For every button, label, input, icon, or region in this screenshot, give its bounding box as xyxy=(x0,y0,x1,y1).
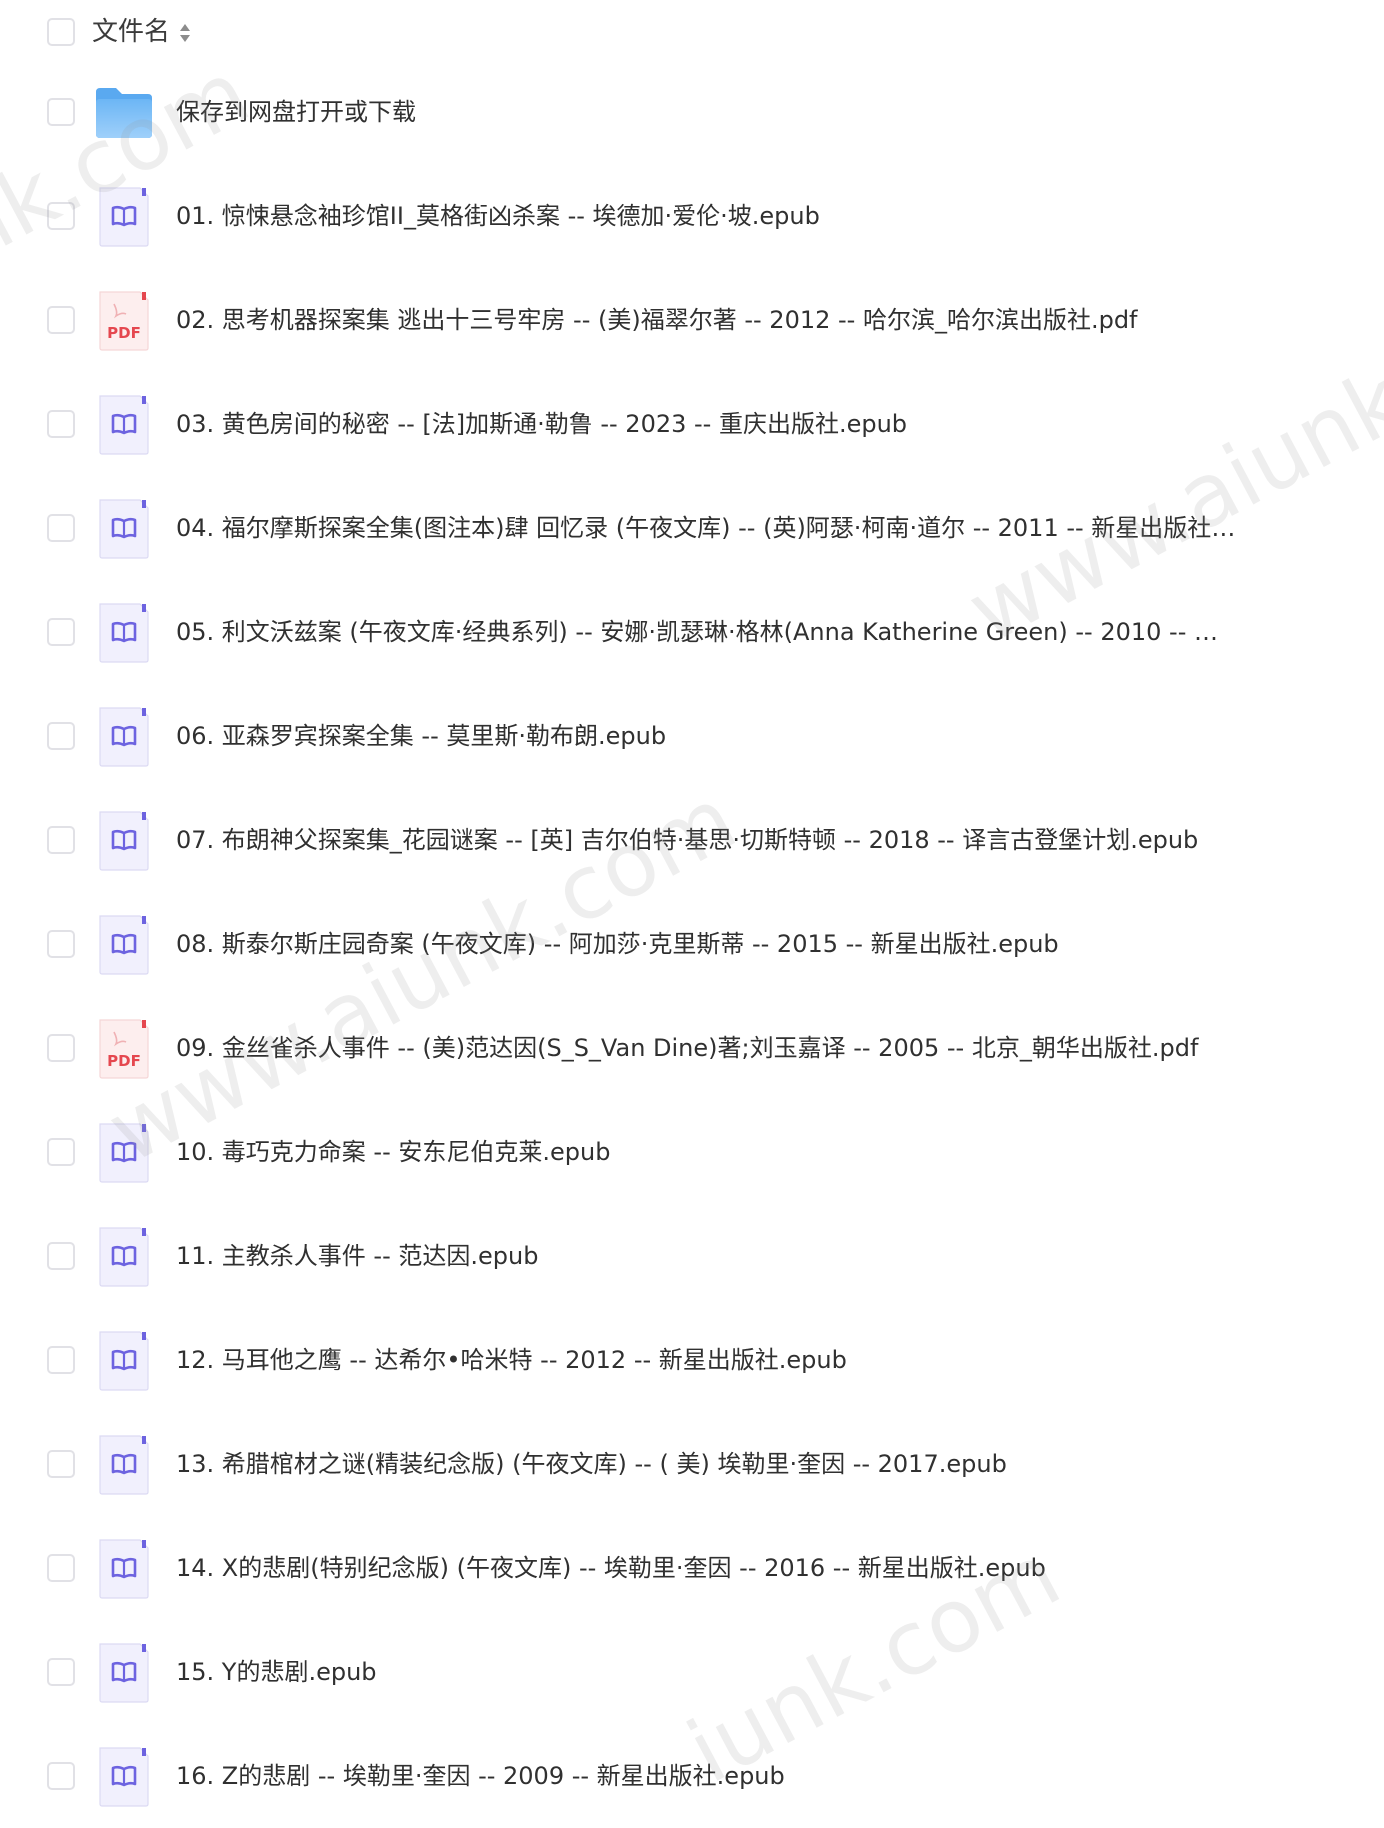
epub-book-icon xyxy=(96,1642,152,1704)
file-name[interactable]: 08. 斯泰尔斯庄园奇案 (午夜文库) -- 阿加莎·克里斯蒂 -- 2015 … xyxy=(176,926,1236,962)
file-row[interactable]: 11. 主教杀人事件 -- 范达因.epub xyxy=(0,1204,1384,1308)
file-name[interactable]: 07. 布朗神父探案集_花园谜案 -- [英] 吉尔伯特·基思·切斯特顿 -- … xyxy=(176,822,1236,858)
epub-book-icon xyxy=(96,498,152,560)
file-row-checkbox[interactable] xyxy=(47,306,75,334)
file-row-checkbox[interactable] xyxy=(47,410,75,438)
file-row-checkbox[interactable] xyxy=(47,1138,75,1166)
epub-book-icon xyxy=(96,914,152,976)
file-row[interactable]: 07. 布朗神父探案集_花园谜案 -- [英] 吉尔伯特·基思·切斯特顿 -- … xyxy=(0,788,1384,892)
epub-book-icon xyxy=(96,602,152,664)
file-row-checkbox[interactable] xyxy=(47,1658,75,1686)
epub-book-icon xyxy=(96,394,152,456)
file-row[interactable]: 保存到网盘打开或下载 xyxy=(0,60,1384,164)
file-name[interactable]: 03. 黄色房间的秘密 -- [法]加斯通·勒鲁 -- 2023 -- 重庆出版… xyxy=(176,406,1236,442)
pdf-file-icon: PDF xyxy=(96,290,152,352)
file-row-checkbox[interactable] xyxy=(47,1554,75,1582)
column-header-filename[interactable]: 文件名 xyxy=(92,14,170,50)
file-row[interactable]: 01. 惊悚悬念袖珍馆II_莫格街凶杀案 -- 埃德加·爱伦·坡.epub xyxy=(0,164,1384,268)
pdf-icon-label: PDF xyxy=(107,324,141,342)
file-row-checkbox[interactable] xyxy=(47,98,75,126)
file-name[interactable]: 10. 毒巧克力命案 -- 安东尼伯克莱.epub xyxy=(176,1134,1236,1170)
file-name[interactable]: 09. 金丝雀杀人事件 -- (美)范达因(S_S_Van Dine)著;刘玉嘉… xyxy=(176,1030,1236,1066)
file-row-checkbox[interactable] xyxy=(47,930,75,958)
file-name[interactable]: 12. 马耳他之鹰 -- 达希尔•哈米特 -- 2012 -- 新星出版社.ep… xyxy=(176,1342,1236,1378)
file-row[interactable]: PDF 09. 金丝雀杀人事件 -- (美)范达因(S_S_Van Dine)著;… xyxy=(0,996,1384,1100)
file-row-checkbox[interactable] xyxy=(47,618,75,646)
file-row[interactable]: 14. X的悲剧(特别纪念版) (午夜文库) -- 埃勒里·奎因 -- 2016… xyxy=(0,1516,1384,1620)
file-row[interactable]: 10. 毒巧克力命案 -- 安东尼伯克莱.epub xyxy=(0,1100,1384,1204)
file-row[interactable]: 04. 福尔摩斯探案全集(图注本)肆 回忆录 (午夜文库) -- (英)阿瑟·柯… xyxy=(0,476,1384,580)
file-name[interactable]: 保存到网盘打开或下载 xyxy=(176,94,1236,130)
file-row-checkbox[interactable] xyxy=(47,1346,75,1374)
file-row-checkbox[interactable] xyxy=(47,722,75,750)
folder-icon xyxy=(94,86,154,140)
epub-book-icon xyxy=(96,1746,152,1808)
select-all-checkbox[interactable] xyxy=(47,18,75,46)
epub-book-icon xyxy=(96,1330,152,1392)
epub-book-icon xyxy=(96,1122,152,1184)
file-row-checkbox[interactable] xyxy=(47,826,75,854)
file-row[interactable]: 15. Y的悲剧.epub xyxy=(0,1620,1384,1724)
file-name[interactable]: 04. 福尔摩斯探案全集(图注本)肆 回忆录 (午夜文库) -- (英)阿瑟·柯… xyxy=(176,510,1236,546)
file-name[interactable]: 14. X的悲剧(特别纪念版) (午夜文库) -- 埃勒里·奎因 -- 2016… xyxy=(176,1550,1236,1586)
file-name[interactable]: 06. 亚森罗宾探案全集 -- 莫里斯·勒布朗.epub xyxy=(176,718,1236,754)
file-name[interactable]: 02. 思考机器探案集 逃出十三号牢房 -- (美)福翠尔著 -- 2012 -… xyxy=(176,302,1236,338)
file-row[interactable]: 03. 黄色房间的秘密 -- [法]加斯通·勒鲁 -- 2023 -- 重庆出版… xyxy=(0,372,1384,476)
file-row-checkbox[interactable] xyxy=(47,1450,75,1478)
file-list: 文件名 保存到网盘打开或下载 01. 惊悚悬念袖珍馆II_莫格街凶杀案 -- 埃德… xyxy=(0,0,1384,1807)
file-row[interactable]: 05. 利文沃兹案 (午夜文库·经典系列) -- 安娜·凯瑟琳·格林(Anna … xyxy=(0,580,1384,684)
pdf-file-icon: PDF xyxy=(96,1018,152,1080)
epub-book-icon xyxy=(96,1434,152,1496)
file-row-checkbox[interactable] xyxy=(47,1762,75,1790)
file-row[interactable]: 12. 马耳他之鹰 -- 达希尔•哈米特 -- 2012 -- 新星出版社.ep… xyxy=(0,1308,1384,1412)
file-name[interactable]: 01. 惊悚悬念袖珍馆II_莫格街凶杀案 -- 埃德加·爱伦·坡.epub xyxy=(176,198,1236,234)
file-list-header: 文件名 xyxy=(0,0,1384,66)
file-row[interactable]: 16. Z的悲剧 -- 埃勒里·奎因 -- 2009 -- 新星出版社.epub xyxy=(0,1724,1384,1828)
file-name[interactable]: 05. 利文沃兹案 (午夜文库·经典系列) -- 安娜·凯瑟琳·格林(Anna … xyxy=(176,614,1236,650)
epub-book-icon xyxy=(96,1226,152,1288)
epub-book-icon xyxy=(96,1538,152,1600)
file-row[interactable]: 13. 希腊棺材之谜(精装纪念版) (午夜文库) -- ( 美) 埃勒里·奎因 … xyxy=(0,1412,1384,1516)
file-name[interactable]: 13. 希腊棺材之谜(精装纪念版) (午夜文库) -- ( 美) 埃勒里·奎因 … xyxy=(176,1446,1236,1482)
file-row-checkbox[interactable] xyxy=(47,1034,75,1062)
file-row[interactable]: 08. 斯泰尔斯庄园奇案 (午夜文库) -- 阿加莎·克里斯蒂 -- 2015 … xyxy=(0,892,1384,996)
file-row-checkbox[interactable] xyxy=(47,1242,75,1270)
file-row-checkbox[interactable] xyxy=(47,202,75,230)
file-name[interactable]: 11. 主教杀人事件 -- 范达因.epub xyxy=(176,1238,1236,1274)
epub-book-icon xyxy=(96,186,152,248)
epub-book-icon xyxy=(96,810,152,872)
file-name[interactable]: 15. Y的悲剧.epub xyxy=(176,1654,1236,1690)
file-name[interactable]: 16. Z的悲剧 -- 埃勒里·奎因 -- 2009 -- 新星出版社.epub xyxy=(176,1758,1236,1794)
file-row[interactable]: 06. 亚森罗宾探案全集 -- 莫里斯·勒布朗.epub xyxy=(0,684,1384,788)
file-row-checkbox[interactable] xyxy=(47,514,75,542)
sort-updown-icon[interactable] xyxy=(178,21,192,45)
file-row[interactable]: PDF 02. 思考机器探案集 逃出十三号牢房 -- (美)福翠尔著 -- 201… xyxy=(0,268,1384,372)
pdf-icon-label: PDF xyxy=(107,1052,141,1070)
epub-book-icon xyxy=(96,706,152,768)
